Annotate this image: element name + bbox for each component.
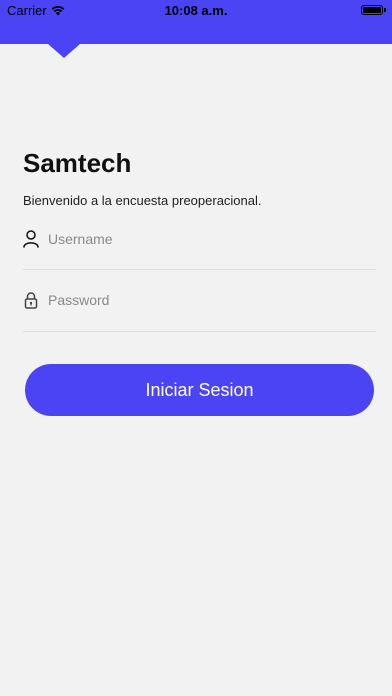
status-bar: Carrier 10:08 a.m. [0, 0, 392, 22]
user-icon [23, 230, 39, 248]
login-button[interactable]: Iniciar Sesion [25, 364, 374, 416]
password-input[interactable] [48, 289, 368, 311]
username-field [23, 222, 376, 270]
battery-icon [361, 5, 386, 15]
status-time: 10:08 a.m. [164, 3, 228, 18]
password-field [23, 283, 376, 332]
header-notch [48, 44, 80, 58]
app-title: Samtech [23, 148, 132, 178]
welcome-text: Bienvenido a la encuesta preoperacional. [23, 193, 262, 208]
lock-icon [24, 292, 38, 309]
username-input[interactable] [48, 228, 368, 250]
